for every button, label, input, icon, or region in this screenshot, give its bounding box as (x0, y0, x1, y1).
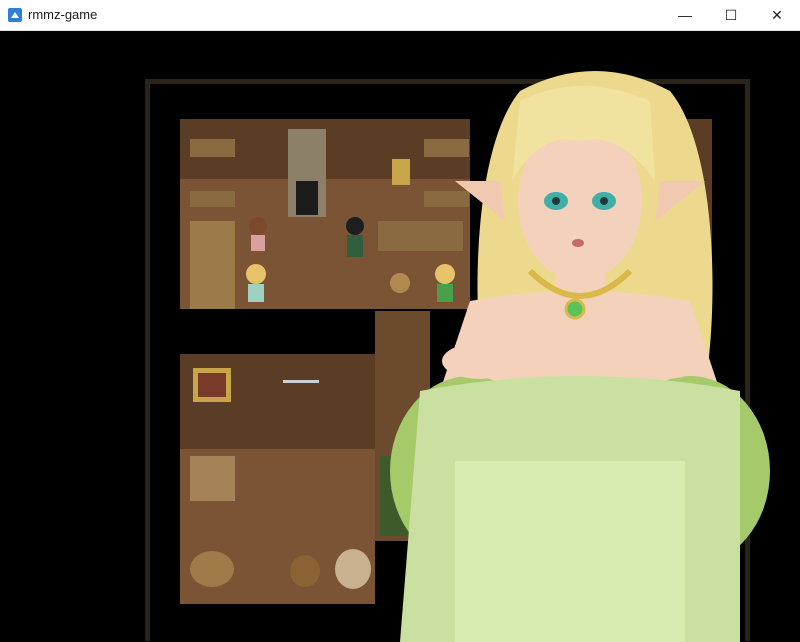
maximize-icon: ☐ (724, 6, 738, 23)
maximize-button[interactable]: ☐ (708, 0, 754, 30)
close-icon: ✕ (771, 6, 783, 23)
minimize-icon: — (678, 7, 692, 23)
game-window: rmmz-game — ☐ ✕ (0, 0, 800, 642)
game-canvas[interactable] (0, 31, 800, 642)
blonde-elf-woman-portrait (390, 71, 770, 642)
title-bar[interactable]: rmmz-game — ☐ ✕ (0, 0, 800, 31)
rpg-maker-icon (8, 8, 22, 22)
close-button[interactable]: ✕ (754, 0, 800, 30)
window-title: rmmz-game (28, 7, 98, 22)
minimize-button[interactable]: — (662, 0, 708, 30)
